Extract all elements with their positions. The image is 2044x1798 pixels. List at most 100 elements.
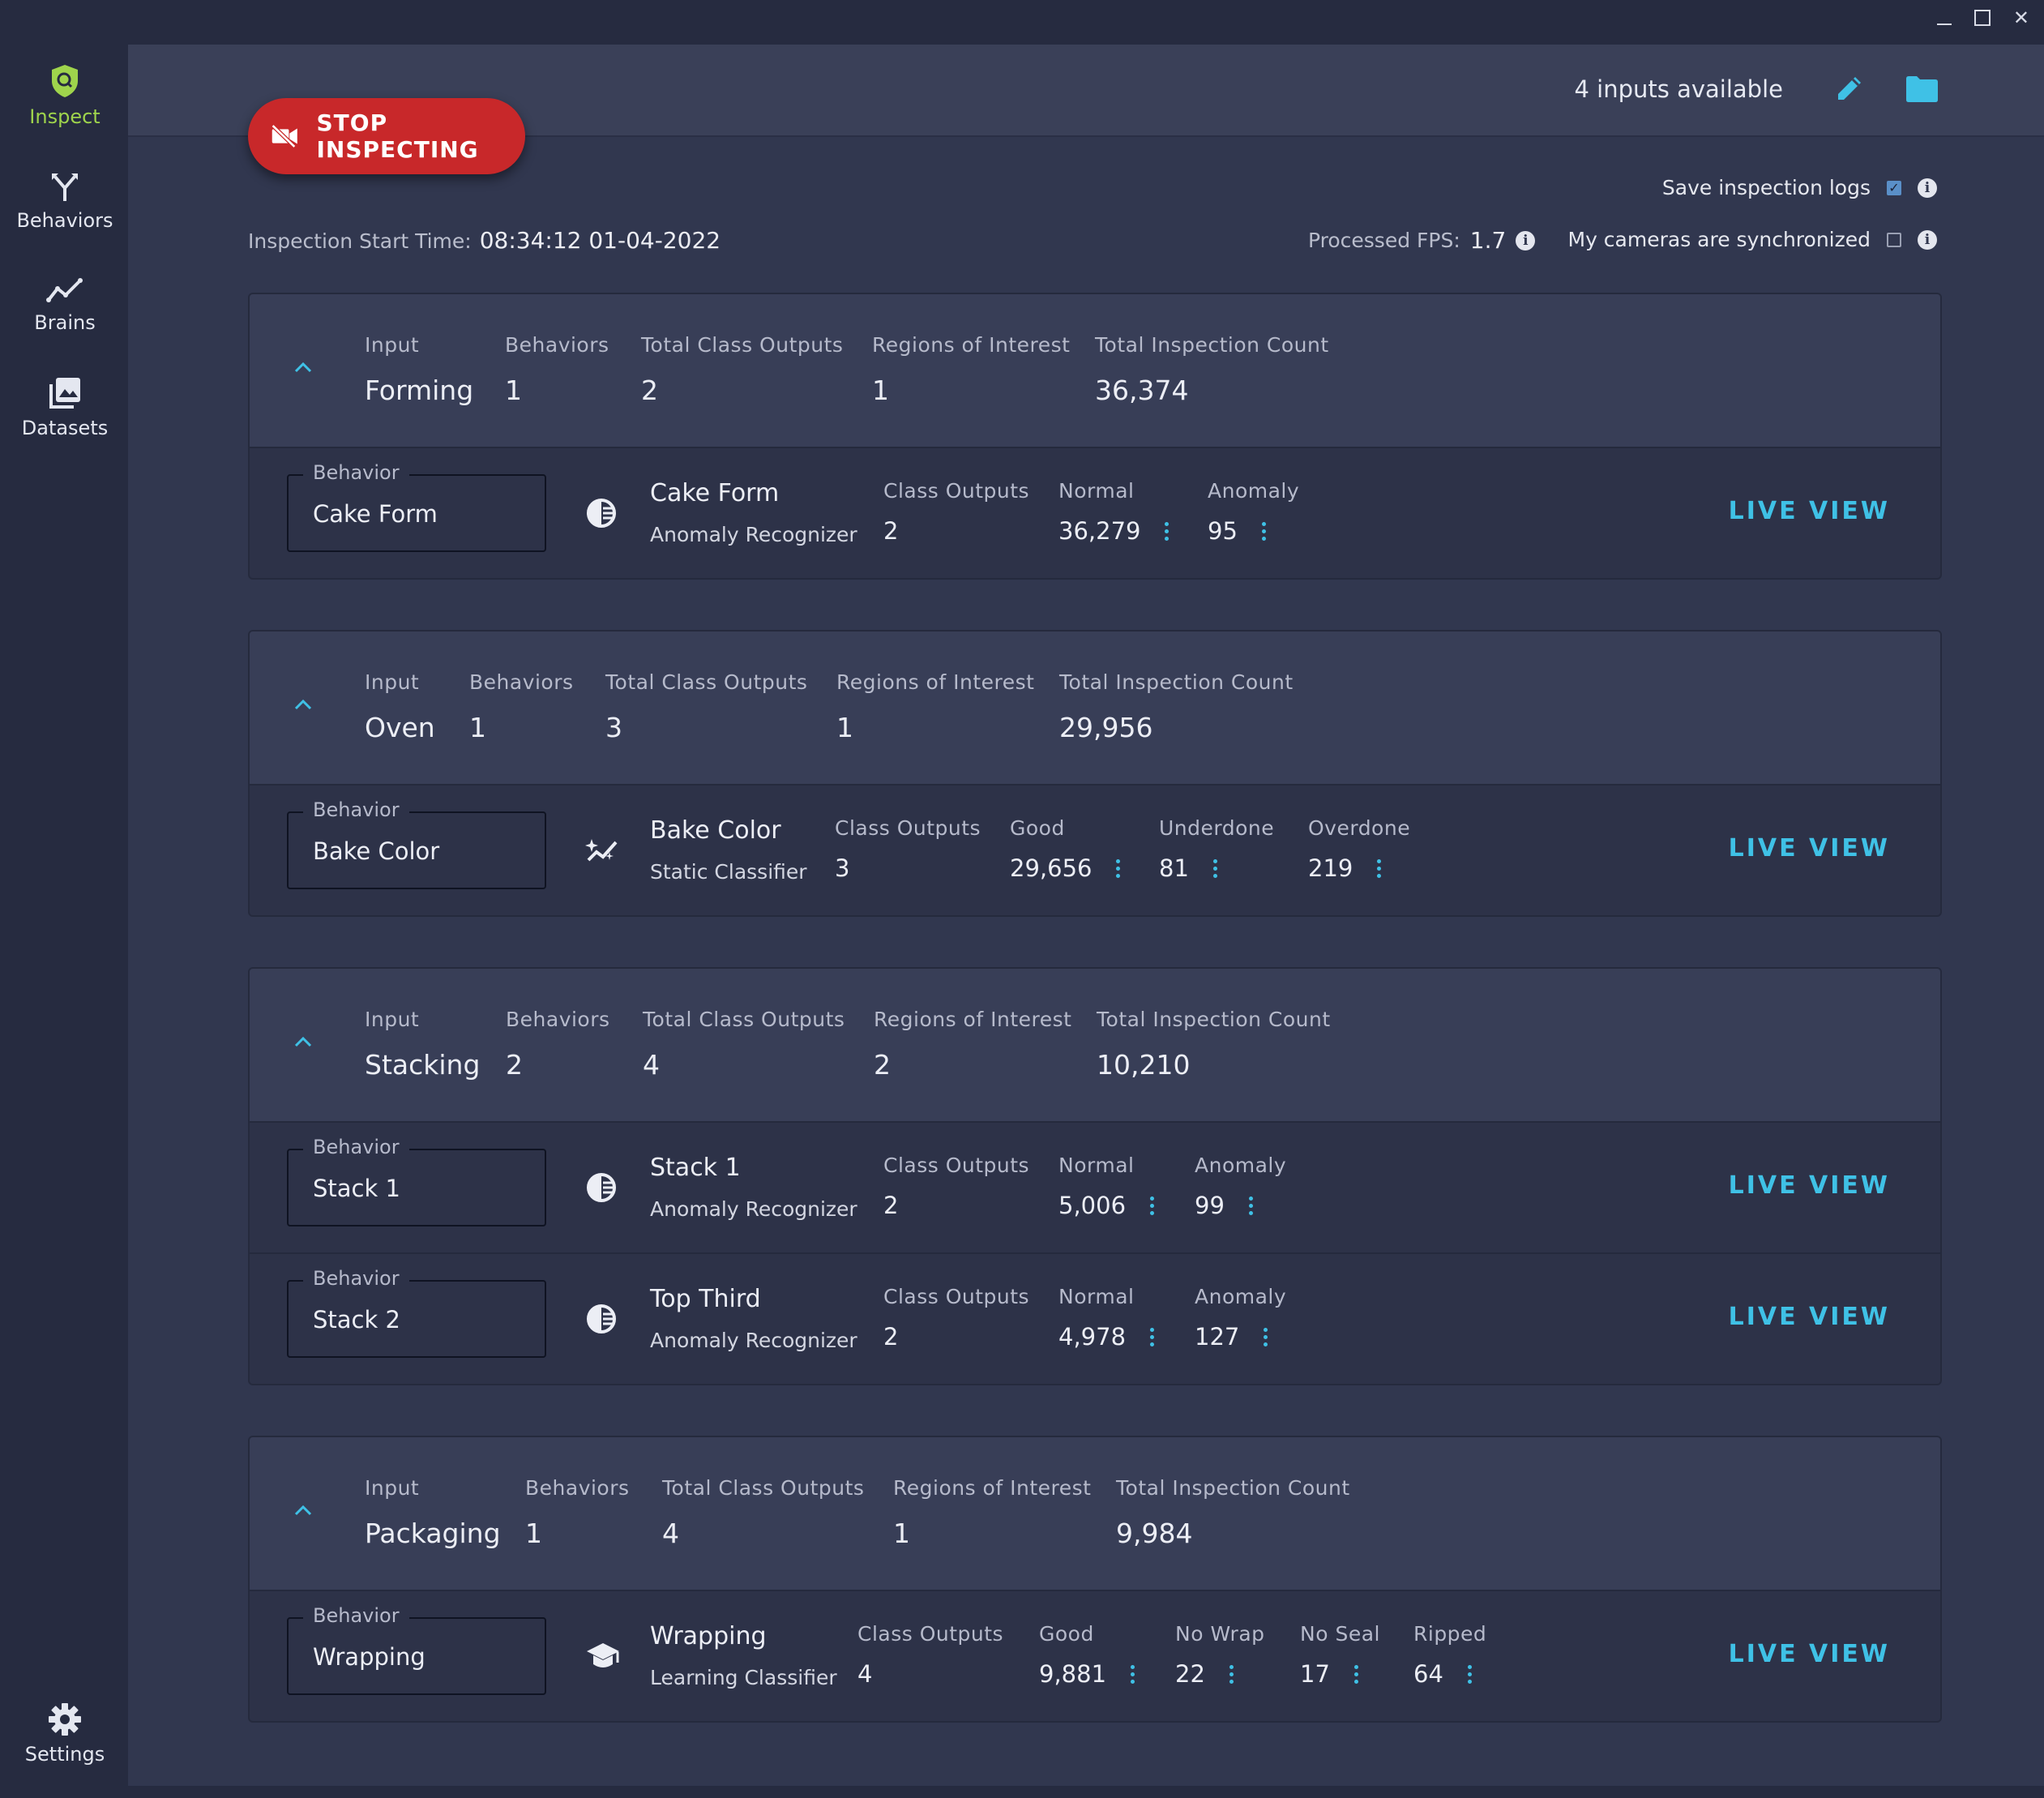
class-column: Good 29,656 <box>1010 816 1121 882</box>
pencil-icon[interactable] <box>1833 72 1866 105</box>
total-class-outputs-label: Total Class Outputs <box>643 1008 845 1031</box>
info-icon[interactable]: i <box>1918 178 1937 198</box>
class-label: Good <box>1010 816 1065 840</box>
maximize-icon[interactable] <box>1973 10 1991 26</box>
regions-label: Regions of Interest <box>836 670 1035 694</box>
class-column: Normal 36,279 <box>1058 479 1170 545</box>
save-logs-option: Save inspection logs ✓ i <box>1662 176 1937 199</box>
total-count-value: 29,956 <box>1059 712 1153 743</box>
class-label: Good <box>1039 1622 1094 1646</box>
live-view-button[interactable]: LIVE VIEW <box>1729 497 1890 525</box>
behavior-field[interactable]: Behavior Stack 1 <box>287 1136 546 1226</box>
sidebar: Inspect Behaviors Brains Datasets Settin… <box>0 0 130 1798</box>
more-options-icon[interactable] <box>1116 858 1121 878</box>
more-options-icon[interactable] <box>1212 858 1217 878</box>
behavior-field-value: Cake Form <box>313 500 438 528</box>
info-icon[interactable]: i <box>1516 230 1536 250</box>
sidebar-item-label: Behaviors <box>16 209 113 232</box>
save-logs-label: Save inspection logs <box>1661 176 1871 199</box>
sync-cameras-checkbox[interactable] <box>1887 232 1901 247</box>
minimize-icon[interactable] <box>1936 24 1952 25</box>
live-view-button[interactable]: LIVE VIEW <box>1729 834 1890 863</box>
sidebar-item-label: Inspect <box>29 105 100 128</box>
more-options-icon[interactable] <box>1353 1664 1358 1684</box>
class-column: Normal 5,006 <box>1058 1154 1155 1219</box>
live-view-button[interactable]: LIVE VIEW <box>1729 1303 1890 1331</box>
class-value: 219 <box>1308 854 1410 882</box>
brains-trend-icon <box>46 278 83 302</box>
class-column: No Seal 17 <box>1300 1622 1380 1688</box>
more-options-icon[interactable] <box>1165 521 1170 541</box>
class-column: Anomaly 127 <box>1195 1285 1286 1351</box>
live-view-button[interactable]: LIVE VIEW <box>1729 1171 1890 1200</box>
more-options-icon[interactable] <box>1150 1196 1155 1215</box>
behaviors-column: Behaviors 1 <box>469 670 574 743</box>
more-options-icon[interactable] <box>1467 1664 1472 1684</box>
class-outputs-column: Class Outputs 3 <box>835 816 981 882</box>
sidebar-item-settings[interactable]: Settings <box>0 1702 130 1766</box>
more-options-icon[interactable] <box>1248 1196 1253 1215</box>
stop-inspecting-label: STOP INSPECTING <box>316 109 479 163</box>
anomaly-recognizer-icon <box>587 499 616 528</box>
close-icon[interactable]: ✕ <box>2013 8 2029 28</box>
total-count-label: Total Inspection Count <box>1097 1008 1331 1031</box>
stop-inspecting-button[interactable]: STOP INSPECTING <box>248 98 525 174</box>
chevron-up-icon[interactable] <box>293 1035 313 1048</box>
total-class-outputs-column: Total Class Outputs 2 <box>641 333 843 406</box>
more-options-icon[interactable] <box>1150 1327 1155 1346</box>
behavior-field[interactable]: Behavior Stack 2 <box>287 1267 546 1358</box>
input-label: Input <box>365 1008 420 1031</box>
sidebar-item-inspect[interactable]: Inspect <box>0 63 130 128</box>
class-value: 4,978 <box>1058 1323 1155 1351</box>
datasets-images-icon <box>49 378 80 409</box>
total-class-outputs-value: 3 <box>605 712 622 743</box>
sidebar-item-behaviors[interactable]: Behaviors <box>0 170 130 232</box>
save-logs-checkbox[interactable]: ✓ <box>1887 180 1901 195</box>
class-count: 219 <box>1308 854 1353 882</box>
class-label: Underdone <box>1159 816 1275 840</box>
behavior-type: Anomaly Recognizer <box>650 1329 857 1352</box>
sidebar-item-brains[interactable]: Brains <box>0 276 130 334</box>
total-count-value: 36,374 <box>1095 375 1189 406</box>
class-outputs-label: Class Outputs <box>835 816 981 840</box>
more-options-icon[interactable] <box>1261 521 1266 541</box>
class-count: 22 <box>1175 1660 1205 1688</box>
behaviors-label: Behaviors <box>525 1476 630 1500</box>
class-count: 127 <box>1195 1323 1240 1351</box>
behaviors-column: Behaviors 2 <box>506 1008 610 1081</box>
class-value: 64 <box>1413 1660 1486 1688</box>
more-options-icon[interactable] <box>1131 1664 1135 1684</box>
info-icon[interactable]: i <box>1918 229 1937 250</box>
input-column: Input Oven <box>365 670 435 743</box>
input-card-header: Input Forming Behaviors 1 Total Class Outp… <box>250 294 1940 448</box>
total-class-outputs-column: Total Class Outputs 4 <box>643 1008 845 1081</box>
behaviors-label: Behaviors <box>506 1008 610 1031</box>
chevron-up-icon[interactable] <box>293 698 313 711</box>
class-count: 95 <box>1208 517 1238 545</box>
more-options-icon[interactable] <box>1229 1664 1234 1684</box>
behavior-field-label: Behavior <box>303 1604 409 1627</box>
live-view-button[interactable]: LIVE VIEW <box>1729 1640 1890 1668</box>
behavior-field-label: Behavior <box>303 1267 409 1290</box>
regions-value: 2 <box>874 1049 891 1081</box>
class-count: 4,978 <box>1058 1323 1127 1351</box>
chevron-up-icon[interactable] <box>293 361 313 374</box>
sidebar-item-datasets[interactable]: Datasets <box>0 376 130 439</box>
folder-icon[interactable] <box>1905 75 1939 103</box>
behavior-field[interactable]: Behavior Cake Form <box>287 461 546 552</box>
more-options-icon[interactable] <box>1377 858 1382 878</box>
behavior-field-value: Stack 1 <box>313 1175 400 1202</box>
class-outputs-label: Class Outputs <box>883 479 1030 503</box>
behavior-row: Behavior Cake Form Cake Form Anomaly Rec… <box>250 448 1940 578</box>
more-options-icon[interactable] <box>1264 1327 1268 1346</box>
class-outputs-value: 4 <box>857 1660 873 1688</box>
behavior-field-value: Wrapping <box>313 1643 425 1671</box>
learning-classifier-icon <box>587 1643 619 1667</box>
behavior-field[interactable]: Behavior Wrapping <box>287 1604 546 1695</box>
behaviors-value: 1 <box>469 712 486 743</box>
class-count: 5,006 <box>1058 1192 1127 1219</box>
chevron-up-icon[interactable] <box>293 1504 313 1517</box>
regions-column: Regions of Interest 1 <box>893 1476 1091 1549</box>
total-count-label: Total Inspection Count <box>1116 1476 1350 1500</box>
behavior-field[interactable]: Behavior Bake Color <box>287 798 546 889</box>
